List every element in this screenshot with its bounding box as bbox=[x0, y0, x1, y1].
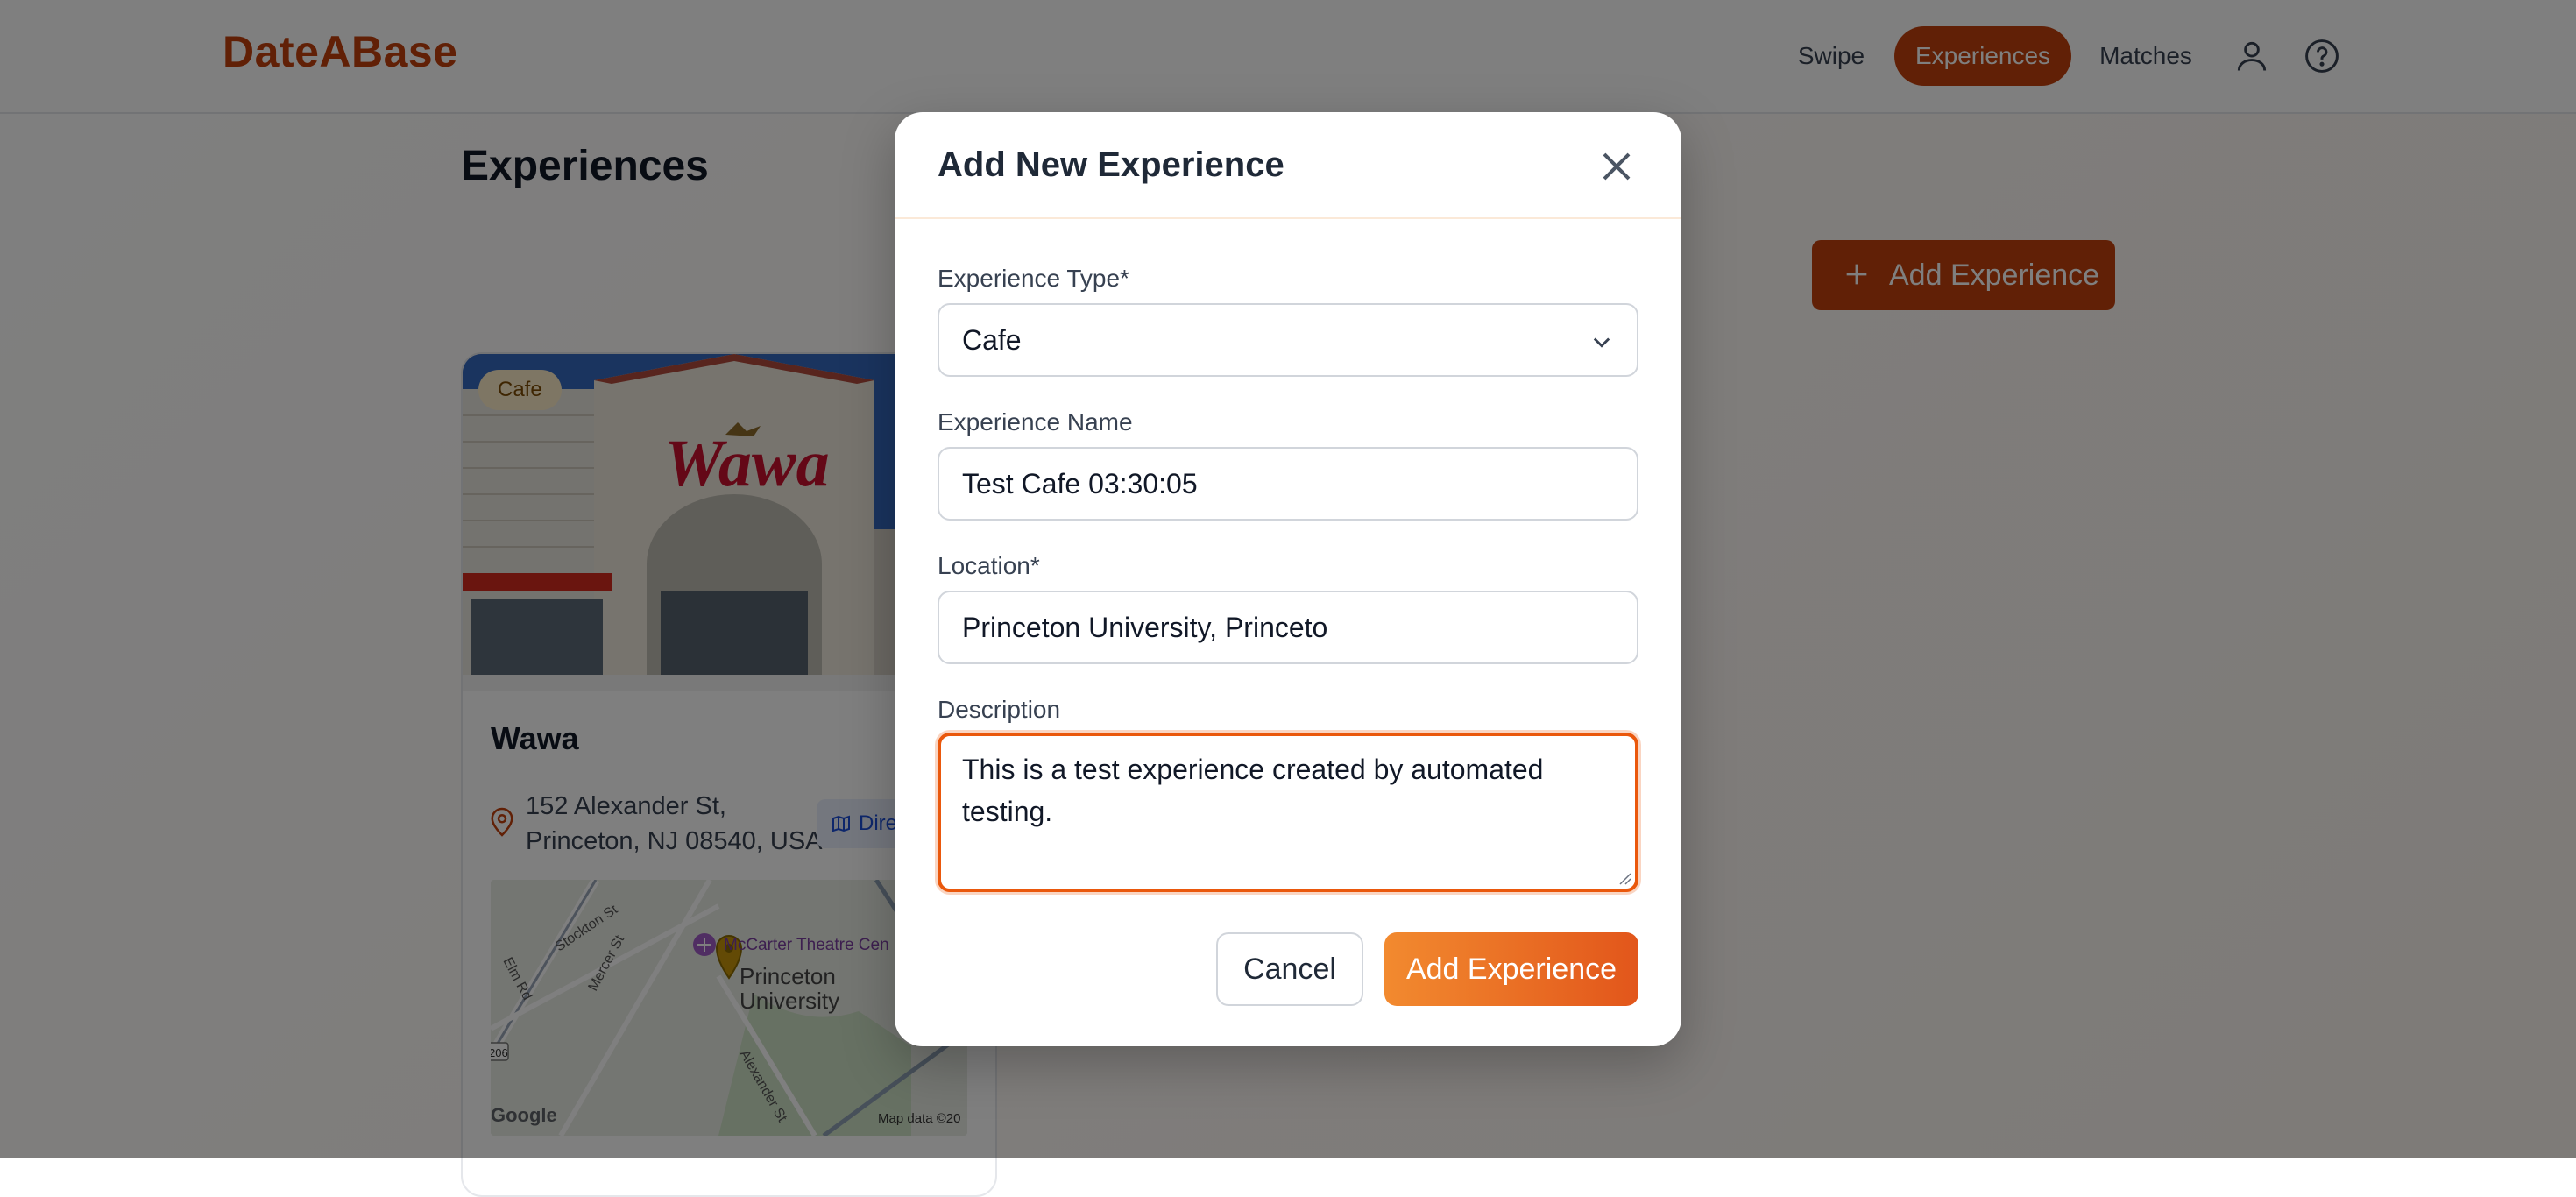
location-input[interactable]: Princeton University, Princeto bbox=[938, 591, 1638, 664]
chevron-down-icon bbox=[1593, 337, 1610, 348]
experience-name-label: Experience Name bbox=[938, 408, 1133, 436]
submit-experience-button[interactable]: Add Experience bbox=[1384, 932, 1638, 1006]
modal-header: Add New Experience bbox=[895, 112, 1681, 219]
location-label: Location* bbox=[938, 552, 1040, 579]
add-experience-modal: Add New Experience Experience Type* Cafe… bbox=[895, 112, 1681, 1046]
description-label: Description bbox=[938, 696, 1061, 723]
description-value: This is a test experience created by aut… bbox=[962, 754, 1544, 827]
resize-handle-icon[interactable] bbox=[1616, 869, 1631, 885]
experience-type-value: Cafe bbox=[962, 324, 1022, 356]
experience-type-select[interactable]: Cafe bbox=[938, 303, 1638, 377]
cancel-button[interactable]: Cancel bbox=[1216, 932, 1363, 1006]
experience-type-label: Experience Type* bbox=[938, 265, 1129, 292]
modal-title: Add New Experience bbox=[938, 145, 1284, 184]
close-icon[interactable] bbox=[1596, 145, 1638, 188]
experience-name-input[interactable]: Test Cafe 03:30:05 bbox=[938, 447, 1638, 521]
description-textarea[interactable]: This is a test experience created by aut… bbox=[938, 733, 1638, 892]
